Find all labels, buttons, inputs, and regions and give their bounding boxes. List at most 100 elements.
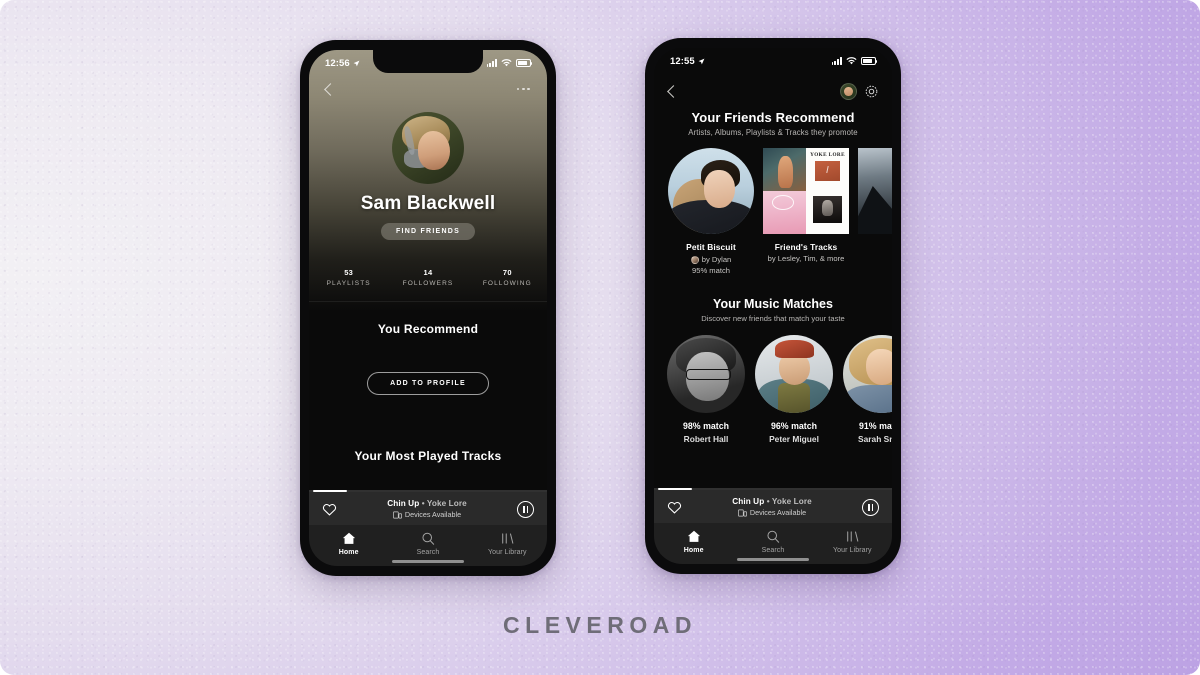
- phone-left-screen: 12:56 Sam Blackwell FIND FRIENDS 53 PLAY…: [309, 50, 547, 566]
- most-played-section: Your Most Played Tracks: [309, 449, 547, 463]
- match-percent: 96% match: [771, 421, 817, 431]
- status-time-group: 12:56: [325, 58, 360, 69]
- tab-search[interactable]: Search: [733, 530, 812, 554]
- more-options-button[interactable]: [516, 87, 530, 91]
- friends-recommend-header: Your Friends Recommend Artists, Albums, …: [654, 110, 892, 137]
- tab-label: Home: [683, 547, 704, 554]
- recommend-card-partial[interactable]: [858, 148, 892, 234]
- music-matches-people: 98% match Robert Hall 96% match Peter Mi…: [654, 335, 892, 444]
- friends-recommend-cards: Petit Biscuit by Dylan 95% match YOKE LO…: [654, 148, 892, 275]
- stat-following[interactable]: 70 FOLLOWING: [468, 268, 547, 287]
- devices-label: Devices Available: [749, 508, 807, 517]
- status-icons-group: [486, 59, 532, 67]
- home-icon: [342, 532, 355, 544]
- profile-stats-row: 53 PLAYLISTS 14 FOLLOWERS 70 FOLLOWING: [309, 268, 547, 287]
- device-notch: [373, 50, 483, 73]
- library-icon: [502, 533, 514, 544]
- player-and-nav-left: Chin Up • Yoke Lore Devices Available Ho…: [309, 490, 547, 566]
- stat-playlists[interactable]: 53 PLAYLISTS: [309, 268, 388, 287]
- tab-home[interactable]: Home: [654, 530, 733, 554]
- now-playing-title-line: Chin Up • Yoke Lore: [682, 497, 862, 506]
- match-name: Peter Miguel: [769, 434, 819, 444]
- stat-label: FOLLOWERS: [402, 280, 454, 287]
- cellular-bars-icon: [486, 59, 497, 67]
- stat-value: 70: [502, 268, 512, 277]
- devices-available-row[interactable]: Devices Available: [682, 508, 862, 517]
- tab-home[interactable]: Home: [309, 532, 388, 556]
- player-and-nav-right: Chin Up • Yoke Lore Devices Available Ho…: [654, 488, 892, 564]
- add-to-profile-button[interactable]: ADD TO PROFILE: [367, 372, 489, 395]
- recommend-card-tracks[interactable]: YOKE LORE Friend's Tracks by Lesley, Tim…: [763, 148, 849, 263]
- back-button[interactable]: [324, 82, 337, 96]
- match-person-3[interactable]: 91% match Sarah Snow: [843, 335, 892, 444]
- artist-name: Yoke Lore: [426, 499, 467, 508]
- match-percent: 91% match: [859, 421, 892, 431]
- now-playing-title-line: Chin Up • Yoke Lore: [337, 499, 517, 508]
- card-title: Friend's Tracks: [774, 242, 838, 252]
- gear-icon[interactable]: [864, 84, 879, 99]
- wifi-icon: [845, 57, 857, 65]
- tab-search[interactable]: Search: [388, 532, 467, 556]
- track-name: Chin Up: [387, 499, 420, 508]
- card-byline: by Dylan: [668, 255, 754, 264]
- album-collage-grid-icon: YOKE LORE: [763, 148, 849, 234]
- pause-button[interactable]: [517, 500, 534, 518]
- card-match: 95% match: [692, 266, 730, 275]
- phone-mockup-left: 12:56 Sam Blackwell FIND FRIENDS 53 PLAY…: [300, 40, 556, 576]
- pause-button[interactable]: [862, 498, 879, 516]
- phone-mockup-right: 12:55 Your Friends Recommend Artists, Al…: [645, 38, 901, 574]
- section-title-you-recommend: You Recommend: [377, 322, 479, 336]
- person-photo-circle-icon: [755, 335, 833, 413]
- now-playing-bar[interactable]: Chin Up • Yoke Lore Devices Available: [309, 492, 547, 525]
- progress-fill: [313, 490, 347, 492]
- now-playing-info: Chin Up • Yoke Lore Devices Available: [682, 497, 862, 517]
- playback-progress-bar[interactable]: [654, 488, 892, 490]
- user-avatar[interactable]: [840, 82, 857, 100]
- album-art-partial-icon: [858, 148, 892, 234]
- now-playing-bar[interactable]: Chin Up • Yoke Lore Devices Available: [654, 490, 892, 523]
- track-name: Chin Up: [732, 497, 765, 506]
- heart-icon[interactable]: [667, 500, 682, 514]
- status-time: 12:56: [325, 57, 350, 69]
- tab-your-library[interactable]: Your Library: [468, 532, 547, 556]
- playback-progress-bar[interactable]: [309, 490, 547, 492]
- home-indicator: [392, 560, 464, 563]
- back-button[interactable]: [667, 84, 680, 98]
- location-arrow-icon: [698, 58, 705, 64]
- devices-label: Devices Available: [404, 510, 462, 519]
- tab-your-library[interactable]: Your Library: [813, 530, 892, 554]
- search-icon: [767, 530, 780, 543]
- stat-value: 53: [344, 268, 354, 277]
- card-title: Petit Biscuit: [686, 242, 736, 252]
- topbar-actions: [840, 82, 879, 100]
- devices-icon: [392, 511, 402, 518]
- match-person-2[interactable]: 96% match Peter Miguel: [755, 335, 833, 444]
- status-time: 12:55: [670, 55, 695, 67]
- devices-icon: [737, 509, 747, 516]
- section-subtitle: Discover new friends that match your tas…: [701, 314, 845, 323]
- friends-topbar: [654, 74, 892, 108]
- now-playing-info: Chin Up • Yoke Lore Devices Available: [337, 499, 517, 519]
- find-friends-button[interactable]: FIND FRIENDS: [381, 223, 475, 240]
- friend-avatar-icon: [690, 255, 699, 264]
- card-by-text: by Dylan: [701, 255, 732, 264]
- heart-icon[interactable]: [322, 502, 337, 516]
- match-name: Sarah Snow: [858, 434, 892, 444]
- stat-label: PLAYLISTS: [326, 280, 371, 287]
- recommend-card-artist[interactable]: Petit Biscuit by Dylan 95% match: [668, 148, 754, 275]
- artist-photo-circle-icon: [668, 148, 754, 234]
- match-person-1[interactable]: 98% match Robert Hall: [667, 335, 745, 444]
- progress-fill: [658, 488, 692, 490]
- tab-label: Your Library: [487, 549, 527, 556]
- search-icon: [422, 532, 435, 545]
- status-bar-right: 12:55: [654, 48, 892, 74]
- artist-name: Yoke Lore: [771, 497, 812, 506]
- brand-wordmark: CLEVEROAD: [503, 612, 697, 638]
- stat-value: 14: [423, 268, 433, 277]
- devices-available-row[interactable]: Devices Available: [337, 510, 517, 519]
- profile-avatar[interactable]: [392, 112, 464, 184]
- stat-followers[interactable]: 14 FOLLOWERS: [388, 268, 467, 287]
- track-separator: •: [421, 499, 425, 508]
- battery-icon: [515, 59, 532, 67]
- person-photo-circle-icon: [667, 335, 745, 413]
